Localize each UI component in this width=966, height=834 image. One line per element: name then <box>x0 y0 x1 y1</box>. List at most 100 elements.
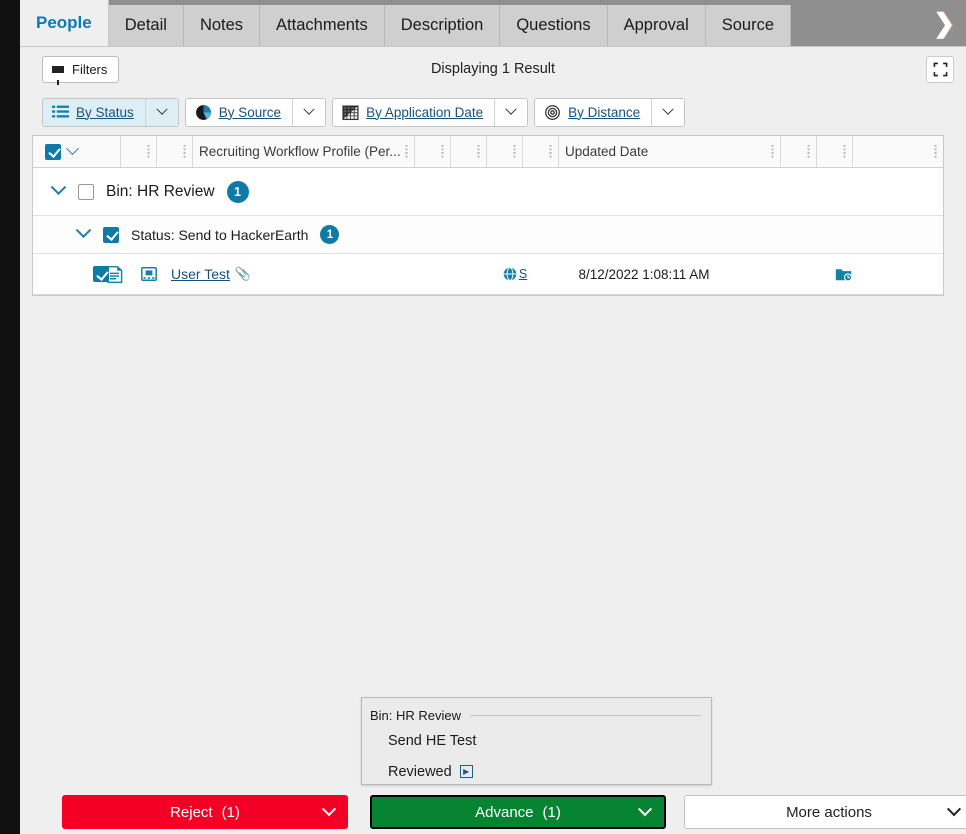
header-profile-column[interactable]: Recruiting Workflow Profile (Per... <box>193 136 415 167</box>
paperclip-icon[interactable]: 📎 <box>235 266 251 282</box>
tab-label: People <box>36 12 92 32</box>
row-idcard-cell <box>131 254 167 294</box>
column-resize-grip[interactable] <box>771 144 774 159</box>
candidate-name-link[interactable]: User Test <box>171 266 230 282</box>
header-icon-column-7[interactable] <box>817 136 853 167</box>
row-checkbox[interactable] <box>93 266 109 282</box>
column-resize-grip[interactable] <box>807 144 810 159</box>
header-source-column[interactable] <box>523 136 559 167</box>
sort-label: By Application Date <box>366 104 484 120</box>
sort-by-distance-dropdown[interactable] <box>651 98 685 126</box>
sort-by-status-dropdown[interactable] <box>144 98 178 126</box>
popup-item-send-he-test[interactable]: Send HE Test <box>362 725 711 756</box>
header-icon-column-8[interactable] <box>853 136 943 167</box>
row-icon-cell-7 <box>791 254 827 294</box>
column-resize-grip[interactable] <box>183 144 186 159</box>
sort-by-distance-button[interactable]: By Distance <box>535 98 652 126</box>
tab-notes[interactable]: Notes <box>183 5 261 46</box>
sort-by-status-button[interactable]: By Status <box>43 98 145 126</box>
row-icon-cell-5 <box>461 254 497 294</box>
updated-date-value: 8/12/2022 1:08:11 AM <box>578 266 710 282</box>
sort-by-application-date-button[interactable]: By Application Date <box>333 98 495 126</box>
column-resize-grip[interactable] <box>549 144 552 159</box>
results-grid: Recruiting Workflow Profile (Per... Upda… <box>32 135 944 296</box>
advance-button[interactable]: Advance (1) <box>370 795 666 829</box>
fullscreen-button[interactable] <box>926 55 954 83</box>
group-row-status[interactable]: Status: Send to HackerEarth 1 <box>33 216 943 254</box>
group-row-bin[interactable]: Bin: HR Review 1 <box>33 168 943 216</box>
header-icon-column-3[interactable] <box>415 136 451 167</box>
filters-button[interactable]: Filters <box>42 55 120 85</box>
table-row[interactable]: User Test 📎 S 8/12/2022 1:08:11 AM <box>33 254 943 295</box>
page-body: People Detail Notes Attachments Descript… <box>20 0 966 834</box>
popup-header: Bin: HR Review <box>362 705 711 725</box>
column-resize-grip[interactable] <box>513 144 516 159</box>
row-icon-cell-4 <box>425 254 461 294</box>
column-resize-grip[interactable] <box>405 144 408 159</box>
chevron-down-icon <box>303 103 315 115</box>
header-icon-column-2[interactable] <box>157 136 193 167</box>
row-trailing-cell <box>827 254 917 294</box>
column-resize-grip[interactable] <box>441 144 444 159</box>
tab-description[interactable]: Description <box>384 5 501 46</box>
sort-bar: By Status By Source By Application Date … <box>20 91 966 133</box>
grid-header-row: Recruiting Workflow Profile (Per... Upda… <box>33 136 943 168</box>
filter-row: Filters Displaying 1 Result <box>20 47 966 91</box>
header-select-column <box>33 136 121 167</box>
select-all-checkbox[interactable] <box>45 143 61 160</box>
chevron-down-icon[interactable] <box>321 802 337 817</box>
chevron-down-icon <box>156 103 168 115</box>
chevron-down-icon <box>505 103 517 115</box>
column-resize-grip[interactable] <box>147 144 150 159</box>
column-resize-grip[interactable] <box>843 144 846 159</box>
sort-label: By Source <box>218 104 282 120</box>
tab-detail[interactable]: Detail <box>108 5 184 46</box>
id-card-icon[interactable] <box>141 267 157 281</box>
folder-clock-icon[interactable] <box>835 267 852 282</box>
sort-by-application-date-dropdown[interactable] <box>494 98 528 126</box>
tabs-next-button[interactable]: ❯ <box>922 0 966 46</box>
header-icon-column-4[interactable] <box>451 136 487 167</box>
row-icon-cell-6 <box>755 254 791 294</box>
subgroup-collapse-icon[interactable] <box>75 222 92 239</box>
header-icon-column-6[interactable] <box>781 136 817 167</box>
header-icon-column-1[interactable] <box>121 136 157 167</box>
application-window: People Detail Notes Attachments Descript… <box>0 0 966 834</box>
tab-label: Attachments <box>276 16 368 34</box>
resume-document-icon[interactable] <box>107 265 123 283</box>
sort-by-source-dropdown[interactable] <box>292 98 326 126</box>
source-code-text[interactable]: S <box>519 267 527 281</box>
chevron-down-icon[interactable] <box>946 802 962 817</box>
sort-group-by-distance: By Distance <box>534 97 686 127</box>
tab-source[interactable]: Source <box>705 5 792 46</box>
tab-questions[interactable]: Questions <box>500 5 608 46</box>
tab-label: Questions <box>516 16 591 34</box>
tab-attachments[interactable]: Attachments <box>260 5 385 46</box>
header-updated-date-column[interactable]: Updated Date <box>559 136 781 167</box>
more-actions-label: More actions <box>786 803 872 821</box>
globe-icon[interactable] <box>503 267 517 281</box>
select-all-dropdown-icon[interactable] <box>66 142 79 156</box>
target-spiral-icon <box>545 104 561 120</box>
list-icon <box>52 105 69 117</box>
reject-button[interactable]: Reject (1) <box>62 795 348 829</box>
group-checkbox[interactable] <box>78 183 94 200</box>
tab-label: Source <box>721 16 775 34</box>
subgroup-checkbox[interactable] <box>103 226 119 243</box>
left-rail <box>0 0 20 834</box>
popup-item-label: Send HE Test <box>388 732 477 749</box>
tab-label: Notes <box>199 16 244 34</box>
sort-by-source-button[interactable]: By Source <box>185 98 293 126</box>
column-resize-grip[interactable] <box>934 144 937 159</box>
play-square-icon: ▶ <box>459 765 473 778</box>
tab-bar: People Detail Notes Attachments Descript… <box>20 0 966 47</box>
popup-item-reviewed[interactable]: Reviewed ▶ <box>362 756 711 787</box>
more-actions-button[interactable]: More actions <box>684 795 966 829</box>
group-collapse-icon[interactable] <box>50 179 67 196</box>
group-count-badge: 1 <box>226 180 249 203</box>
tab-approval[interactable]: Approval <box>607 5 706 46</box>
chevron-down-icon[interactable] <box>637 802 653 817</box>
header-icon-column-5[interactable] <box>487 136 523 167</box>
tab-people[interactable]: People <box>20 0 109 46</box>
column-resize-grip[interactable] <box>477 144 480 159</box>
